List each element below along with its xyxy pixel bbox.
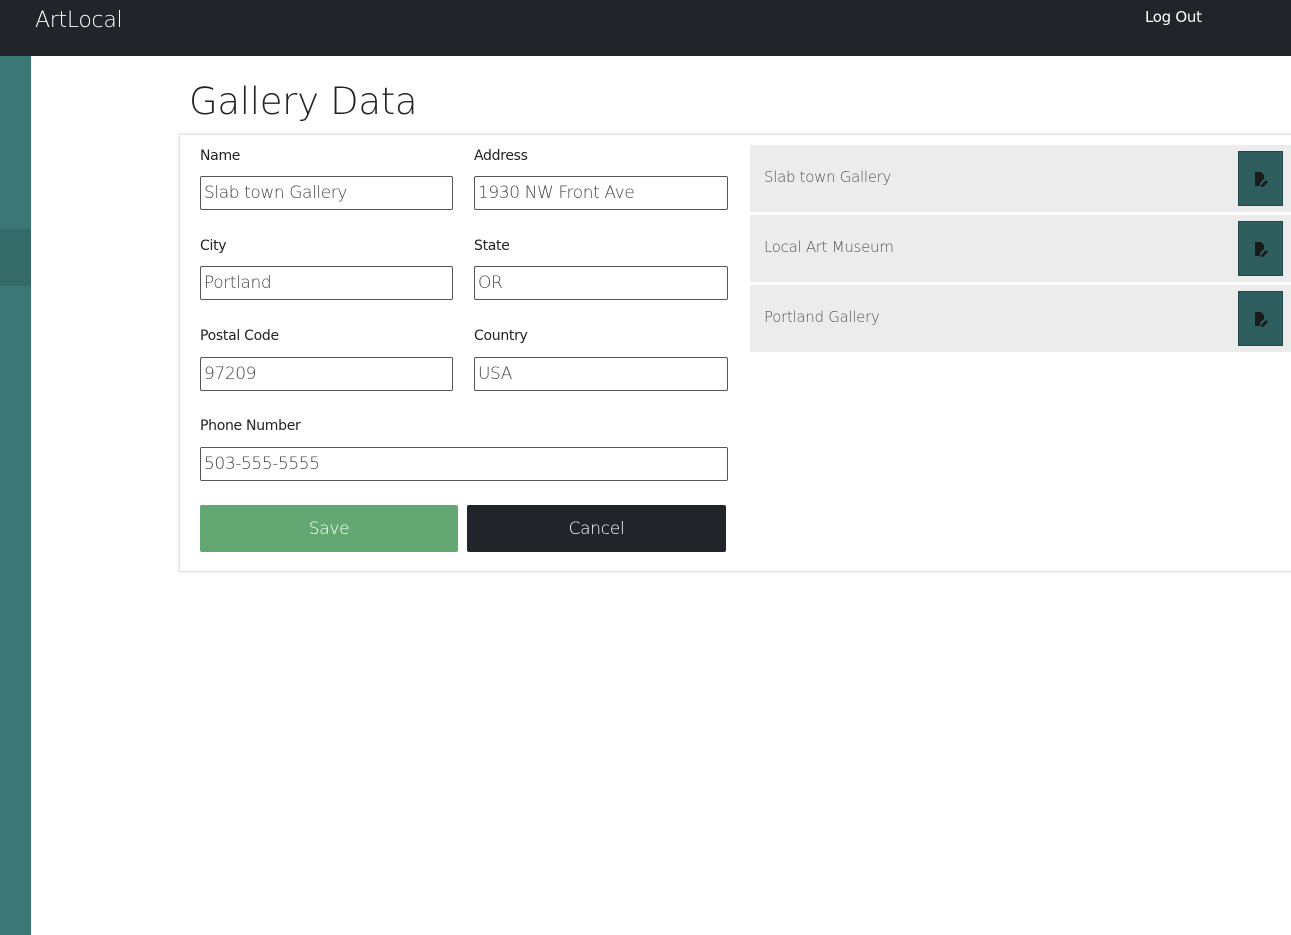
sidebar	[0, 56, 31, 935]
phone-label: Phone Number	[200, 418, 301, 434]
name-input[interactable]	[200, 176, 453, 210]
edit-button[interactable]	[1238, 291, 1283, 346]
gallery-list-item[interactable]: Slab town Gallery	[750, 145, 1291, 212]
top-navbar: ArtLocal Log Out	[0, 0, 1291, 56]
edit-icon	[1254, 311, 1268, 327]
gallery-list-item[interactable]: Local Art Museum	[750, 215, 1291, 282]
cancel-button[interactable]: Cancel	[467, 505, 726, 552]
edit-button[interactable]	[1238, 221, 1283, 276]
brand-logo[interactable]: ArtLocal	[35, 8, 123, 33]
logout-link[interactable]: Log Out	[1145, 8, 1202, 26]
name-label: Name	[200, 148, 241, 164]
postal-code-input[interactable]	[200, 357, 453, 391]
edit-icon	[1254, 241, 1268, 257]
state-label: State	[474, 238, 510, 254]
city-label: City	[200, 238, 227, 254]
save-button[interactable]: Save	[200, 505, 458, 552]
country-input[interactable]	[474, 357, 728, 391]
phone-input[interactable]	[200, 447, 728, 481]
country-label: Country	[474, 328, 528, 344]
gallery-name: Slab town Gallery	[764, 168, 892, 186]
edit-button[interactable]	[1238, 151, 1283, 206]
gallery-name: Portland Gallery	[764, 308, 880, 326]
gallery-name: Local Art Museum	[764, 238, 894, 256]
sidebar-item-active[interactable]	[0, 229, 31, 286]
gallery-list-item[interactable]: Portland Gallery	[750, 285, 1291, 352]
page-title: Gallery Data	[189, 80, 418, 123]
edit-icon	[1254, 171, 1268, 187]
city-input[interactable]	[200, 266, 453, 300]
state-input[interactable]	[474, 266, 728, 300]
address-label: Address	[474, 148, 528, 164]
address-input[interactable]	[474, 176, 728, 210]
postal-code-label: Postal Code	[200, 328, 279, 344]
